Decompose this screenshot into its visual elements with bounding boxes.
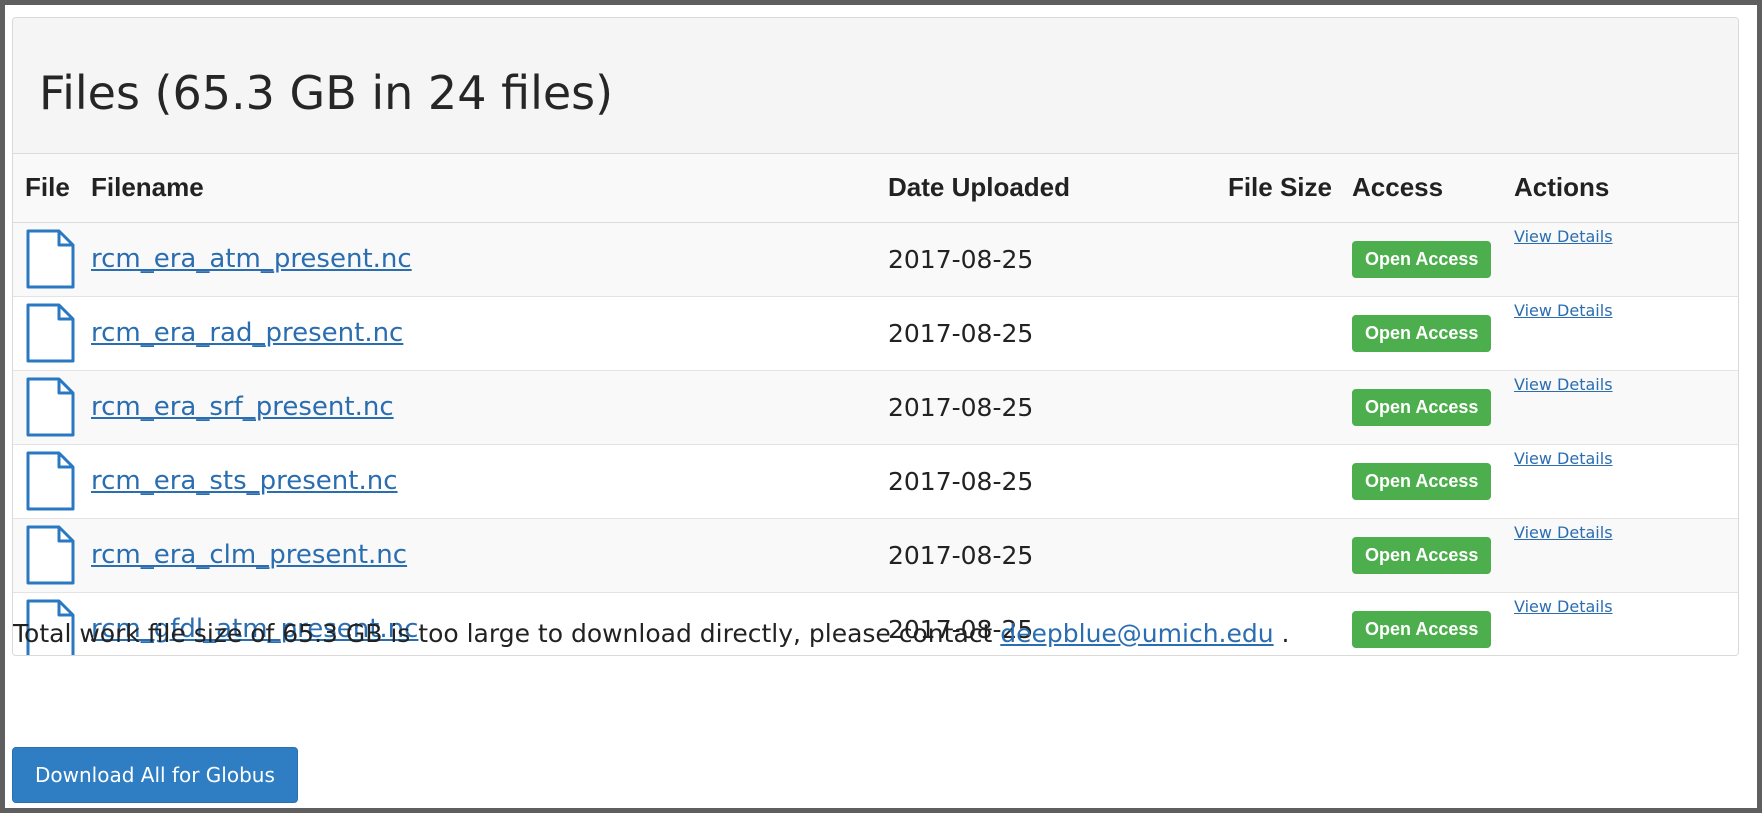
- table-row: rcm_era_atm_present.nc 2017-08-25 Open Acc…: [13, 221, 1738, 296]
- view-details-link[interactable]: View Details: [1514, 227, 1613, 246]
- document-icon[interactable]: [23, 302, 77, 364]
- view-details-link[interactable]: View Details: [1514, 597, 1613, 616]
- column-header-access: Access: [1340, 154, 1504, 223]
- date-uploaded-cell: 2017-08-25: [880, 221, 1140, 296]
- open-access-badge: Open Access: [1352, 388, 1492, 426]
- column-header-file-size: File Size: [1140, 154, 1340, 223]
- filename-link[interactable]: rcm_era_clm_present.nc: [91, 540, 407, 570]
- table-row: rcm_era_sts_present.nc 2017-08-25 Open Acc…: [13, 443, 1738, 518]
- download-all-globus-button[interactable]: Download All for Globus: [12, 747, 298, 803]
- table-row: rcm_era_srf_present.nc 2017-08-25 Open Acc…: [13, 369, 1738, 444]
- filename-link[interactable]: rcm_era_srf_present.nc: [91, 392, 394, 422]
- document-icon[interactable]: [23, 376, 77, 438]
- file-size-cell: [1140, 221, 1340, 296]
- date-uploaded-cell: 2017-08-25: [880, 517, 1140, 592]
- view-details-link[interactable]: View Details: [1514, 523, 1613, 542]
- column-header-filename: Filename: [87, 154, 880, 223]
- view-details-link[interactable]: View Details: [1514, 375, 1613, 394]
- access-cell: Open Access: [1340, 517, 1504, 592]
- file-size-cell: [1140, 517, 1340, 592]
- contact-email-link[interactable]: deepblue@umich.edu: [1000, 619, 1273, 648]
- column-header-date-uploaded: Date Uploaded: [880, 154, 1140, 223]
- filename-cell: rcm_era_sts_present.nc: [87, 443, 880, 518]
- file-icon-cell: [13, 443, 87, 518]
- filename-cell: rcm_era_rad_present.nc: [87, 295, 880, 370]
- actions-cell: View Details: [1504, 443, 1738, 518]
- column-header-actions: Actions: [1504, 154, 1738, 223]
- file-icon-cell: [13, 221, 87, 296]
- page-frame: Files (65.3 GB in 24 files) File Filenam…: [0, 0, 1762, 813]
- actions-cell: View Details: [1504, 295, 1738, 370]
- filename-link[interactable]: rcm_era_sts_present.nc: [91, 466, 398, 496]
- file-icon-cell: [13, 295, 87, 370]
- filename-cell: rcm_era_atm_present.nc: [87, 221, 880, 296]
- date-uploaded-cell: 2017-08-25: [880, 369, 1140, 444]
- files-panel-title: Files (65.3 GB in 24 files): [39, 66, 614, 120]
- date-uploaded-cell: 2017-08-25: [880, 443, 1140, 518]
- actions-cell: View Details: [1504, 517, 1738, 592]
- download-size-notice: Total work file size of 65.3 GB is too l…: [13, 619, 1290, 648]
- actions-cell: View Details: [1504, 221, 1738, 296]
- notice-text-end: .: [1273, 619, 1290, 648]
- table-row: rcm_era_rad_present.nc 2017-08-25 Open Acc…: [13, 295, 1738, 370]
- files-table: File Filename Date Uploaded File Size Ac…: [13, 154, 1738, 655]
- filename-link[interactable]: rcm_era_rad_present.nc: [91, 318, 403, 348]
- view-details-link[interactable]: View Details: [1514, 301, 1613, 320]
- access-cell: Open Access: [1340, 221, 1504, 296]
- document-icon[interactable]: [23, 450, 77, 512]
- filename-cell: rcm_era_srf_present.nc: [87, 369, 880, 444]
- file-size-cell: [1140, 443, 1340, 518]
- open-access-badge: Open Access: [1352, 610, 1492, 648]
- open-access-badge: Open Access: [1352, 536, 1492, 574]
- open-access-badge: Open Access: [1352, 462, 1492, 500]
- document-icon[interactable]: [23, 524, 77, 586]
- date-uploaded-cell: 2017-08-25: [880, 295, 1140, 370]
- access-cell: Open Access: [1340, 443, 1504, 518]
- file-icon-cell: [13, 369, 87, 444]
- open-access-badge: Open Access: [1352, 314, 1492, 352]
- filename-link[interactable]: rcm_era_atm_present.nc: [91, 244, 412, 274]
- view-details-link[interactable]: View Details: [1514, 449, 1613, 468]
- file-size-cell: [1140, 369, 1340, 444]
- actions-cell: View Details: [1504, 369, 1738, 444]
- file-size-cell: [1140, 295, 1340, 370]
- actions-cell: View Details: [1504, 591, 1738, 655]
- file-icon-cell: [13, 517, 87, 592]
- table-row: rcm_era_clm_present.nc 2017-08-25 Open Acc…: [13, 517, 1738, 592]
- access-cell: Open Access: [1340, 591, 1504, 655]
- access-cell: Open Access: [1340, 295, 1504, 370]
- document-icon[interactable]: [23, 228, 77, 290]
- filename-cell: rcm_era_clm_present.nc: [87, 517, 880, 592]
- open-access-badge: Open Access: [1352, 240, 1492, 278]
- column-header-file: File: [13, 154, 87, 223]
- files-panel-heading: Files (65.3 GB in 24 files): [13, 18, 1738, 154]
- table-header-row: File Filename Date Uploaded File Size Ac…: [13, 154, 1738, 223]
- access-cell: Open Access: [1340, 369, 1504, 444]
- files-panel: Files (65.3 GB in 24 files) File Filenam…: [12, 17, 1739, 656]
- notice-text: Total work file size of 65.3 GB is too l…: [13, 619, 1001, 648]
